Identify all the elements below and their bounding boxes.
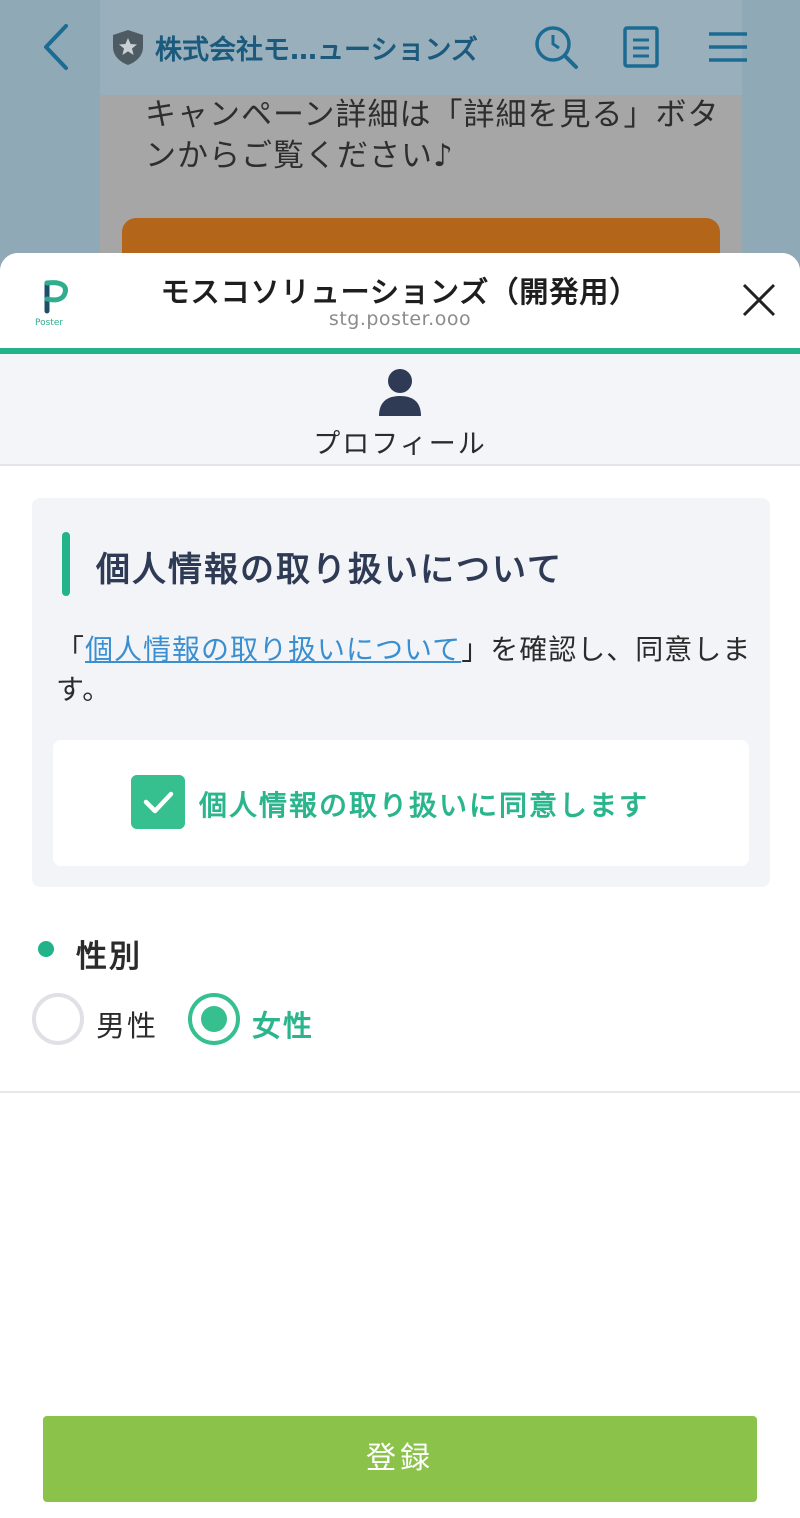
sheet-url: stg.poster.ooo [328, 308, 472, 330]
gender-radio-female[interactable] [188, 993, 240, 1045]
person-icon [379, 369, 421, 416]
section-divider [0, 1091, 800, 1093]
notes-icon[interactable] [618, 24, 664, 70]
background-header: 株式会社モ…ューションズ [0, 0, 800, 95]
official-shield-icon [113, 30, 143, 65]
back-arrow-icon[interactable] [38, 22, 78, 72]
close-icon[interactable] [740, 281, 778, 319]
privacy-agree-label[interactable]: 個人情報の取り扱いに同意します [199, 784, 649, 824]
profile-sheet: Poster モスコソリューションズ（開発用） stg.poster.ooo プ… [0, 253, 800, 1518]
register-button[interactable]: 登録 [43, 1416, 757, 1502]
privacy-text-prefix: 「 [56, 633, 86, 666]
history-search-icon[interactable] [533, 24, 579, 70]
gender-radio-male[interactable] [32, 993, 84, 1045]
background-message-text: キャンペーン詳細は「詳細を見る」ボタンからご覧ください♪ [145, 97, 720, 174]
background-chat: キャンペーン詳細は「詳細を見る」ボタンからご覧ください♪ 株式会社モ…ューション… [0, 0, 800, 270]
profile-tab-label: プロフィール [313, 429, 487, 460]
menu-icon[interactable] [705, 24, 751, 70]
sheet-title: モスコソリューションズ（開発用） [160, 275, 640, 309]
privacy-consent-card: 個人情報の取り扱いについて 「個人情報の取り扱いについて」を確認し、同意します。… [32, 498, 770, 887]
required-dot-icon [38, 941, 54, 957]
checkbox-checked-icon[interactable] [131, 775, 185, 829]
gender-option-female-label[interactable]: 女性 [252, 1003, 314, 1045]
tab-profile: プロフィール [0, 354, 800, 466]
background-chat-title: 株式会社モ…ューションズ [155, 35, 478, 66]
privacy-heading: 個人情報の取り扱いについて [96, 550, 563, 590]
privacy-policy-link[interactable]: 個人情報の取り扱いについて [85, 633, 461, 666]
gender-label: 性別 [76, 939, 142, 975]
heading-accent-bar [62, 532, 70, 596]
sheet-header: Poster モスコソリューションズ（開発用） stg.poster.ooo [0, 253, 800, 348]
gender-option-male-label[interactable]: 男性 [96, 1003, 158, 1045]
privacy-agree-toggle[interactable]: 個人情報の取り扱いに同意します [53, 740, 749, 866]
privacy-description: 「個人情報の取り扱いについて」を確認し、同意します。 [56, 630, 756, 710]
